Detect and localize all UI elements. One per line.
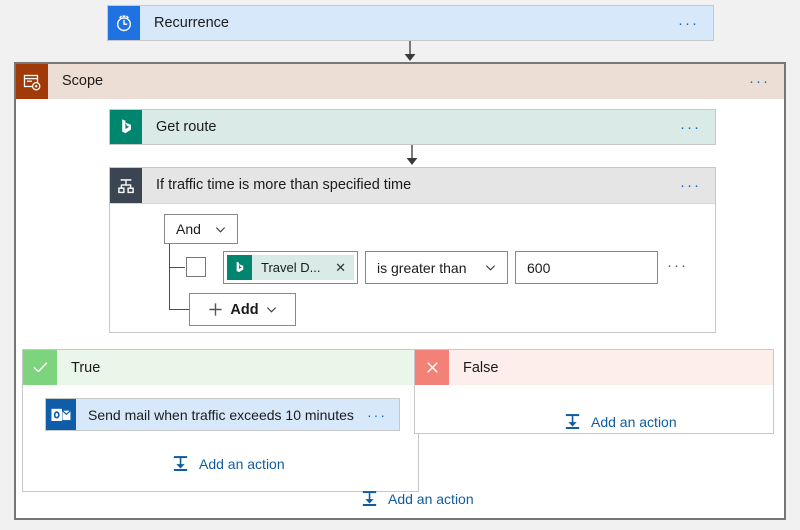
add-action-true-label: Add an action bbox=[199, 456, 285, 472]
add-action-link-scope[interactable]: Add an action bbox=[360, 489, 474, 508]
condition-rail-branch-add bbox=[169, 309, 189, 310]
add-action-link-false-branch[interactable]: Add an action bbox=[563, 412, 677, 431]
bing-maps-icon bbox=[227, 255, 252, 280]
add-action-icon bbox=[360, 489, 379, 508]
scope-menu-button[interactable]: ··· bbox=[743, 74, 784, 89]
send-mail-title: Send mail when traffic exceeds 10 minute… bbox=[76, 408, 363, 422]
chevron-down-icon bbox=[266, 304, 277, 315]
condition-row-checkbox[interactable] bbox=[186, 257, 206, 277]
add-action-link-true-branch[interactable]: Add an action bbox=[171, 454, 285, 473]
scope-title: Scope bbox=[48, 74, 743, 89]
scope-icon bbox=[16, 64, 48, 99]
get-route-menu-button[interactable]: ··· bbox=[674, 120, 715, 135]
condition-operator-value: is greater than bbox=[366, 260, 467, 276]
send-mail-menu-button[interactable]: ··· bbox=[363, 408, 399, 422]
add-action-false-label: Add an action bbox=[591, 414, 677, 430]
condition-value-input[interactable]: 600 bbox=[515, 251, 658, 284]
logical-operator-value: And bbox=[165, 221, 201, 237]
branch-false: False Add an action bbox=[414, 349, 774, 434]
trigger-title: Recurrence bbox=[140, 16, 672, 31]
bing-maps-icon bbox=[110, 110, 142, 144]
trigger-menu-button[interactable]: ··· bbox=[672, 16, 713, 31]
branch-false-header: False bbox=[415, 350, 773, 385]
add-action-icon bbox=[563, 412, 582, 431]
logical-operator-dropdown[interactable]: And bbox=[164, 214, 238, 244]
plus-icon bbox=[208, 302, 223, 317]
condition-icon bbox=[110, 168, 142, 203]
add-condition-label: Add bbox=[230, 302, 258, 318]
condition-menu-button[interactable]: ··· bbox=[674, 178, 715, 193]
condition-title: If traffic time is more than specified t… bbox=[142, 178, 674, 193]
close-icon bbox=[415, 350, 449, 385]
add-condition-button[interactable]: Add bbox=[189, 293, 296, 326]
get-route-title: Get route bbox=[142, 120, 674, 135]
condition-left-operand-field[interactable]: Travel D... ✕ bbox=[223, 251, 358, 284]
outlook-icon bbox=[46, 399, 76, 430]
condition-operator-dropdown[interactable]: is greater than bbox=[365, 251, 508, 284]
condition-value-text: 600 bbox=[516, 260, 550, 276]
action-card-send-mail[interactable]: Send mail when traffic exceeds 10 minute… bbox=[45, 398, 400, 431]
condition-header[interactable]: If traffic time is more than specified t… bbox=[110, 168, 715, 204]
token-remove-icon[interactable]: ✕ bbox=[327, 261, 354, 274]
add-action-scope-label: Add an action bbox=[388, 491, 474, 507]
branch-true-header: True bbox=[23, 350, 418, 385]
branch-true: True Send mail when traffic exceeds 10 m… bbox=[22, 349, 419, 492]
dynamic-content-token[interactable]: Travel D... ✕ bbox=[227, 255, 354, 280]
branch-true-label: True bbox=[57, 360, 100, 376]
scope-container: Scope ··· Get route ··· bbox=[14, 62, 786, 520]
token-label: Travel D... bbox=[252, 260, 327, 275]
branch-false-label: False bbox=[449, 360, 498, 376]
condition-row-menu-button[interactable]: ··· bbox=[667, 258, 688, 273]
clock-icon bbox=[108, 6, 140, 40]
checkmark-icon bbox=[23, 350, 57, 385]
condition-card: If traffic time is more than specified t… bbox=[109, 167, 716, 333]
condition-rail-vertical bbox=[169, 244, 170, 310]
chevron-down-icon bbox=[485, 262, 496, 273]
add-action-icon bbox=[171, 454, 190, 473]
condition-rail-branch-row bbox=[169, 267, 185, 268]
trigger-card-recurrence[interactable]: Recurrence ··· bbox=[107, 5, 714, 41]
connector-arrow-trigger-to-scope bbox=[402, 41, 418, 63]
condition-body: And Travel D... ✕ bbox=[110, 203, 715, 332]
action-card-get-route[interactable]: Get route ··· bbox=[109, 109, 716, 145]
connector-arrow-getroute-to-condition bbox=[404, 145, 420, 167]
scope-header[interactable]: Scope ··· bbox=[16, 64, 784, 99]
chevron-down-icon bbox=[215, 224, 226, 235]
